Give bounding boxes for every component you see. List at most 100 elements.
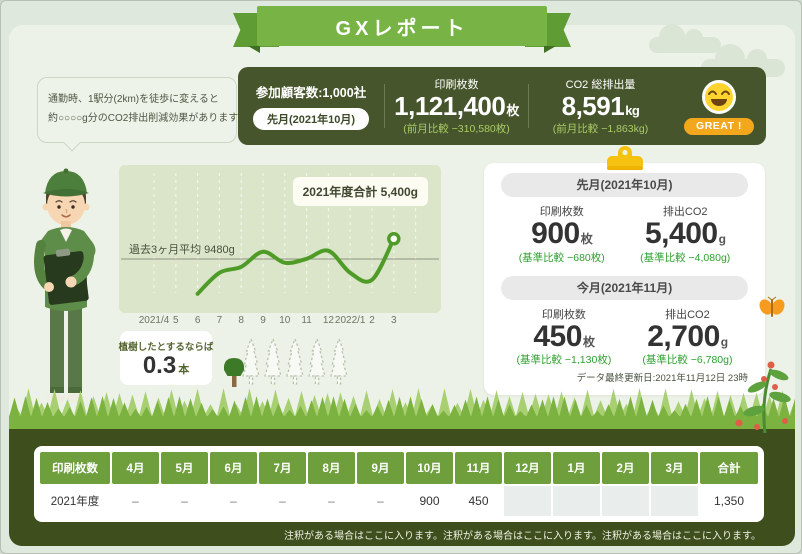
table-cell: 1,350 [700, 486, 758, 516]
average-line-label: 過去3ヶ月平均 9480g [129, 244, 235, 256]
tree-outline-icon [264, 338, 282, 385]
tip-line-1: 通勤時、1駅分(2km)を徒歩に変えると [48, 94, 219, 105]
table-header-cell: 12月 [504, 452, 551, 484]
monthly-table-card: 印刷枚数 4月 5月 6月 7月 8月 9月 10月 11月 12月 1月 2月 3月 合計 2021年度 –… [34, 446, 764, 522]
axis-tick-label: 2022/1 [334, 315, 366, 326]
monthly-print-table: 印刷枚数 4月 5月 6月 7月 8月 9月 10月 11月 12月 1月 2月 3月 合計 2021年度 –… [38, 450, 760, 518]
last-month-co2-stat: 排出CO2 5,400g (基準比較 −4,080g) [640, 203, 730, 264]
table-header-cell: 5月 [161, 452, 208, 484]
this-month-header: 今月(2021年11月) [501, 275, 748, 300]
table-header-cell: 6月 [210, 452, 257, 484]
axis-tick-label: 7 [216, 315, 223, 326]
axis-tick-label: 5 [173, 315, 179, 326]
axis-tick-label: 8 [238, 315, 244, 326]
footer-note: 注釈がある場合はここに入ります。注釈がある場合はここに入ります。注釈がある場合は… [284, 531, 761, 542]
co2-trend-chart: 過去3ヶ月平均 9480g 2021年度合計 5,400g [119, 165, 441, 313]
table-header-cell: 7月 [259, 452, 306, 484]
this-month-print-stat: 印刷枚数 450枚 (基準比較 −1,130枚) [517, 306, 612, 367]
table-cell [553, 486, 600, 516]
table-header-cell: 8月 [308, 452, 355, 484]
print-label: 印刷枚数 [541, 308, 586, 321]
print-count-comparison: (前月比較 −310,580枚) [403, 123, 510, 136]
print-value: 900枚 [531, 217, 593, 250]
table-header-cell: 4月 [112, 452, 159, 484]
tip-speech-bubble: 通勤時、1駅分(2km)を徒歩に変えると 約○○○○g分のCO2排出削減効果があ… [37, 77, 239, 152]
axis-tick-label: 2 [369, 315, 375, 326]
participants-count: 参加顧客数:1,000社 [255, 86, 367, 100]
tree-outline-icon [286, 338, 304, 385]
tree-outline-icon [330, 338, 348, 385]
tip-line-2: 約○○○○g分のCO2排出削減効果があります [48, 113, 239, 124]
print-label: 印刷枚数 [539, 206, 584, 218]
co2-label: 排出CO2 [665, 308, 710, 321]
table-cell: – [112, 486, 159, 516]
co2-total-stat: CO2 総排出量 8,591kg (前月比較 −1,863kg) [529, 76, 672, 136]
axis-tick-label: 12 [322, 315, 334, 326]
table-header-cell: 1月 [553, 452, 600, 484]
co2-total-comparison: (前月比較 −1,863kg) [552, 123, 649, 136]
tree-planting-box: 植樹したとするならば 0.3 本 [118, 331, 214, 385]
co2-comparison: (基準比較 −4,080g) [640, 251, 731, 264]
axis-tick-label: 6 [194, 315, 201, 326]
cloud-icon [649, 24, 721, 53]
page-title: GXレポート [257, 6, 547, 46]
rating-section: GREAT ! [672, 78, 766, 135]
summary-stats-bar: 参加顧客数:1,000社 先月(2021年10月) 印刷枚数 1,121,400… [238, 67, 766, 145]
print-count-value: 1,121,400枚 [394, 90, 519, 121]
great-badge: GREAT ! [684, 117, 754, 135]
chart-x-axis: 2021/4 5 6 7 8 9 10 11 12 2022/1 2 3 [119, 315, 441, 329]
table-header-cell: 9月 [357, 452, 404, 484]
print-count-stat: 印刷枚数 1,121,400枚 (前月比較 −310,580枚) [385, 76, 528, 136]
tree-outline-icon [242, 338, 260, 385]
table-cell [651, 486, 698, 516]
table-cell: – [308, 486, 355, 516]
butterfly-icon [759, 296, 785, 317]
table-header-cell: 印刷枚数 [40, 452, 110, 484]
table-header-cell: 10月 [406, 452, 453, 484]
co2-comparison: (基準比較 −6,780g) [642, 354, 733, 366]
worker-character-illustration [34, 168, 96, 403]
period-pill: 先月(2021年10月) [252, 108, 370, 130]
table-cell: – [357, 486, 404, 516]
table-row: 2021年度 – – – – – –900 450 1,350 [40, 486, 758, 516]
participants-section: 参加顧客数:1,000社 先月(2021年10月) [238, 82, 384, 130]
table-header-cell: 3月 [651, 452, 698, 484]
axis-tick-label: 2021/4 [138, 315, 170, 326]
table-header-cell: 11月 [455, 452, 502, 484]
smiley-face-icon [702, 79, 736, 114]
co2-label: 排出CO2 [662, 206, 708, 218]
axis-tick-label: 3 [391, 315, 397, 326]
table-cell [504, 486, 551, 516]
table-cell: 450 [455, 486, 502, 516]
axis-tick-label: 9 [260, 315, 266, 326]
table-cell: – [259, 486, 306, 516]
this-month-stats: 印刷枚数 450枚 (基準比較 −1,130枚) 排出CO2 2,700g (基… [501, 306, 748, 367]
print-value: 450枚 [533, 319, 595, 353]
table-header-cell: 2月 [602, 452, 649, 484]
clip-icon [607, 146, 643, 170]
this-month-co2-stat: 排出CO2 2,700g (基準比較 −6,780g) [642, 306, 732, 367]
tree-planting-value: 0.3 本 [142, 351, 190, 379]
co2-value: 5,400g [645, 217, 726, 250]
last-month-stats: 印刷枚数 900枚 (基準比較 −680枚) 排出CO2 5,400g (基準比… [501, 203, 748, 264]
plant-icon [735, 361, 791, 433]
table-header-cell: 合計 [700, 452, 758, 484]
tree-outline-icon [308, 338, 326, 385]
chart-annotation: 2021年度合計 5,400g [292, 177, 428, 206]
last-updated: データ最終更新日:2021年11月12日 23時 [576, 373, 748, 384]
print-comparison: (基準比較 −680枚) [518, 251, 605, 264]
axis-tick-label: 11 [301, 315, 312, 326]
monthly-detail-panel: 先月(2021年10月) 印刷枚数 900枚 (基準比較 −680枚) 排出CO… [484, 163, 765, 395]
last-month-header: 先月(2021年10月) [501, 173, 748, 197]
row-label: 2021年度 [40, 486, 110, 516]
table-cell: 900 [406, 486, 453, 516]
print-comparison: (基準比較 −1,130枚) [516, 354, 612, 366]
co2-total-value: 8,591kg [561, 90, 640, 121]
tree-planting-label: 植樹したとするならば [118, 341, 214, 353]
table-cell [602, 486, 649, 516]
print-count-label: 印刷枚数 [434, 78, 479, 91]
co2-total-label: CO2 総排出量 [565, 78, 636, 91]
gx-report-screen: GXレポート 通勤時、1駅分(2km)を徒歩に変えると 約○○○○g分のCO2排… [0, 0, 802, 554]
grass-decoration [9, 388, 795, 429]
table-cell: – [161, 486, 208, 516]
